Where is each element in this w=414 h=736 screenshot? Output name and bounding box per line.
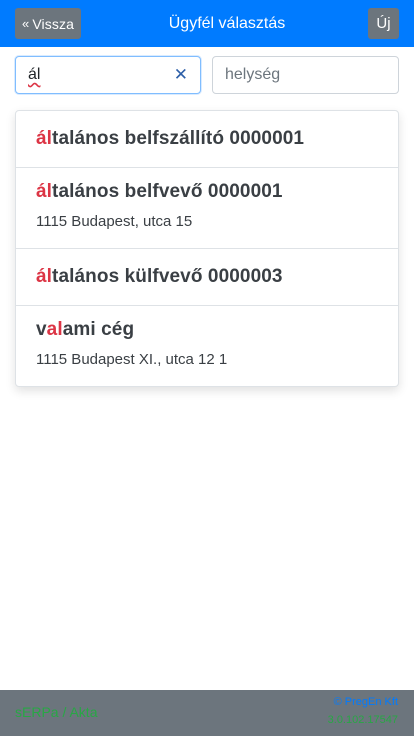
double-chevron-left-icon: « [22, 16, 30, 31]
version-label: 3.0.102.17547 [327, 714, 398, 726]
app-name: sERPa / Akta [15, 704, 98, 720]
match-highlight: al [46, 319, 63, 340]
new-button[interactable]: Új [368, 8, 399, 39]
search-input[interactable]: ál ✕ [15, 56, 201, 94]
footer: sERPa / Akta © PregEn Kft 3.0.102.17547 [0, 690, 414, 736]
search-input-value: ál [28, 66, 41, 83]
clear-icon[interactable]: ✕ [174, 65, 188, 85]
customer-address: 1115 Budapest, utca 15 [36, 213, 193, 230]
list-item[interactable]: általános belfvevő 0000001 1115 Budapest… [16, 168, 398, 249]
page-title: Ügyfél választás [168, 14, 286, 32]
city-input[interactable]: helység [212, 56, 399, 94]
list-item[interactable]: általános belfszállító 0000001 [16, 111, 398, 168]
match-highlight: ál [36, 128, 53, 149]
customer-name: általános belfszállító 0000001 [36, 128, 305, 149]
match-highlight: ál [36, 181, 53, 202]
list-item[interactable]: általános külfvevő 0000003 [16, 249, 398, 306]
results-list: általános belfszállító 0000001 általános… [15, 110, 399, 387]
customer-name: valami cég [36, 319, 135, 340]
city-input-placeholder: helység [225, 66, 281, 83]
top-navbar: « Vissza Ügyfél választás Új [0, 0, 414, 47]
list-item[interactable]: valami cég 1115 Budapest XI., utca 12 1 [16, 306, 398, 386]
match-highlight: ál [36, 266, 53, 287]
company-name: © PregEn Kft [333, 696, 398, 708]
back-button[interactable]: « Vissza [15, 8, 81, 39]
customer-name: általános külfvevő 0000003 [36, 266, 283, 287]
customer-name: általános belfvevő 0000001 [36, 181, 283, 202]
customer-address: 1115 Budapest XI., utca 12 1 [36, 351, 228, 368]
back-button-label: Vissza [32, 15, 74, 32]
